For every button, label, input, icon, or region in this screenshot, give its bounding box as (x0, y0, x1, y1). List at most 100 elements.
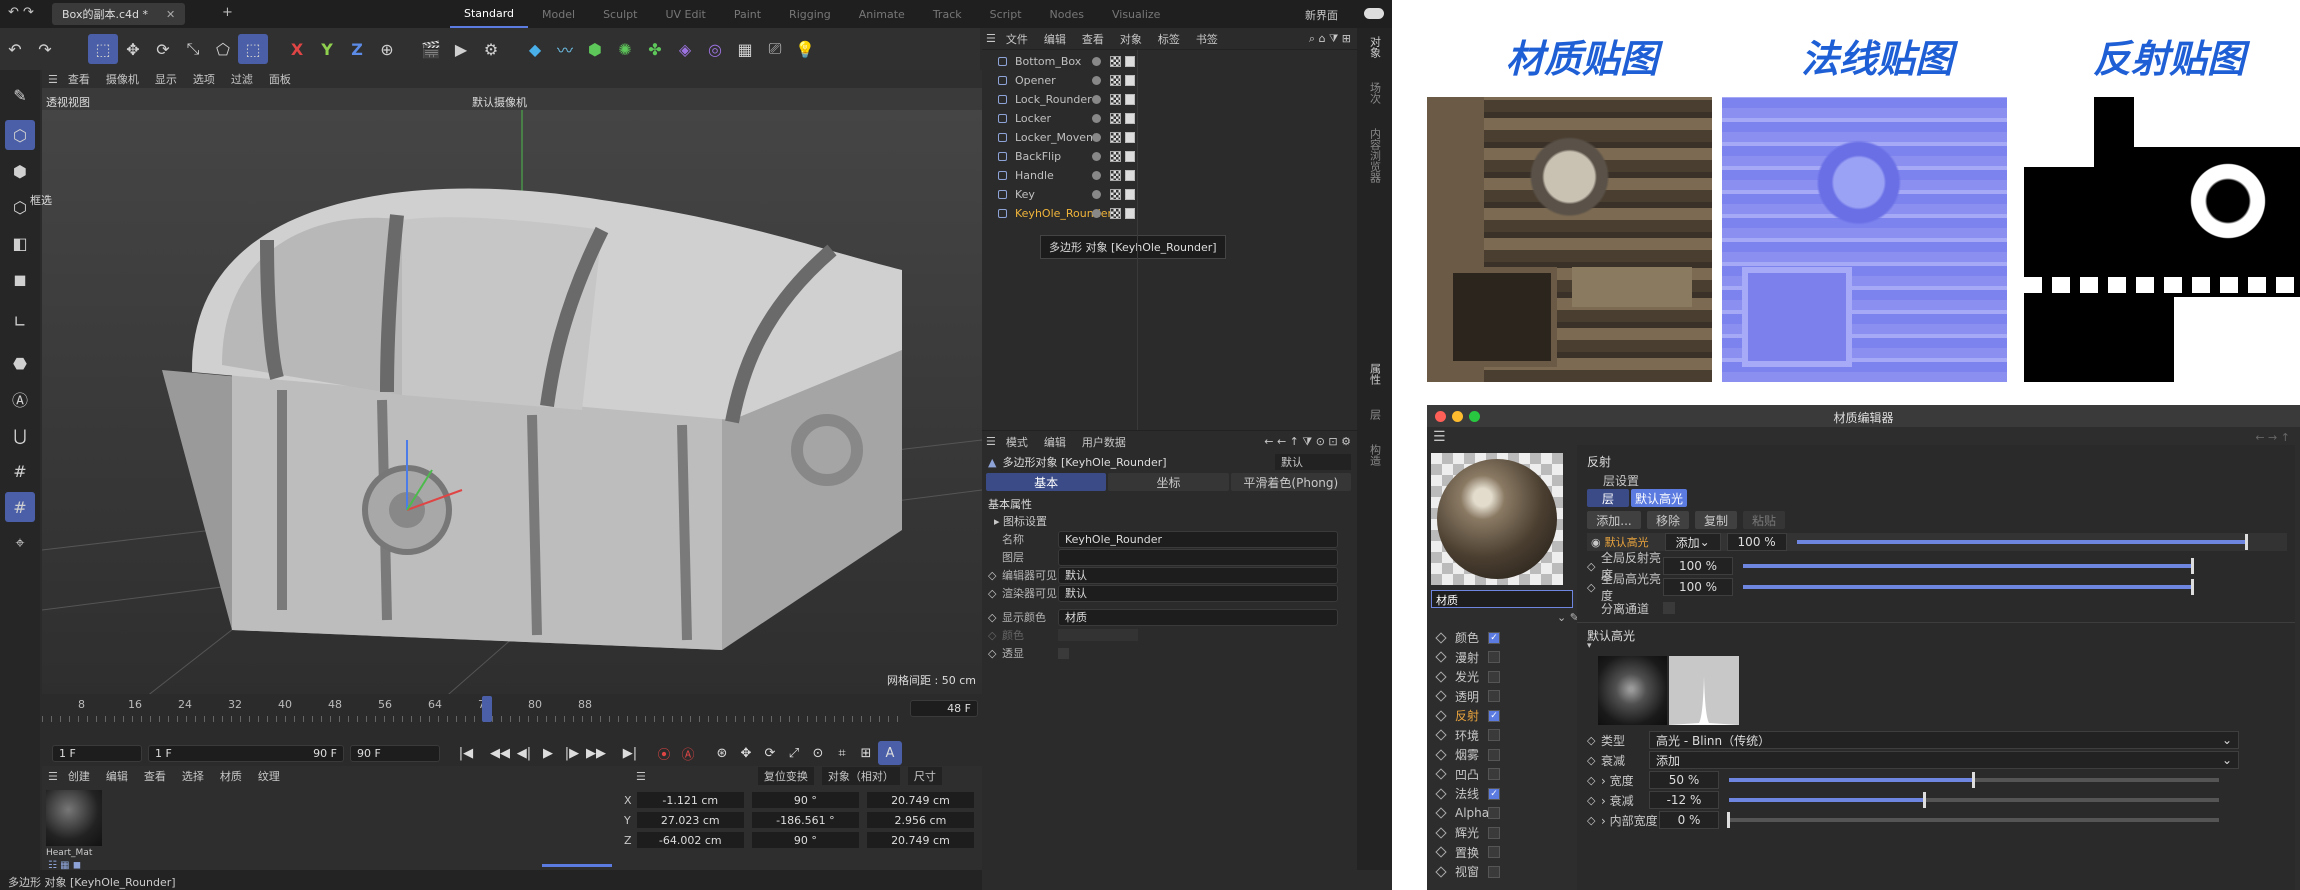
slider-handle[interactable] (1972, 772, 1975, 788)
render-settings-icon[interactable]: ⚙ (476, 34, 506, 64)
coord-size-field[interactable]: 20.749 cm (866, 832, 974, 848)
key-pla-icon[interactable]: ⌗ (830, 741, 854, 765)
channel-item[interactable]: 漫射 (1431, 648, 1531, 668)
edges-mode-icon[interactable]: ◧ (5, 228, 35, 258)
material-tag-icon[interactable] (1110, 151, 1121, 162)
model-mode-icon[interactable]: ⬡ (5, 120, 35, 150)
menu-item[interactable]: 创建 (68, 768, 90, 784)
camera-icon[interactable]: ⎚ (760, 34, 790, 64)
cube-icon[interactable]: ◆ (520, 34, 550, 64)
z-axis-icon[interactable]: Z (342, 34, 372, 64)
field-icon[interactable]: ◎ (700, 34, 730, 64)
timeline-settings-icon[interactable]: ⊞ (854, 741, 878, 765)
channel-checkbox[interactable] (1488, 748, 1500, 761)
attr-tab[interactable]: 平滑着色(Phong) (1230, 473, 1351, 491)
undo-icon[interactable]: ↶ (0, 34, 30, 64)
layout-tab[interactable]: Standard (450, 0, 529, 28)
channel-checkbox[interactable]: ✓ (1488, 709, 1500, 722)
layer-field[interactable] (1058, 548, 1338, 566)
undo-history-icon[interactable]: ↶ ↷ (8, 5, 34, 20)
layer-strength-field[interactable]: 100 % (1726, 533, 1787, 551)
visibility-dot-icon[interactable] (1092, 209, 1101, 218)
key-scale-icon[interactable]: ⤢ (782, 741, 806, 765)
falloff-slider[interactable] (1729, 792, 2219, 808)
slider-handle[interactable] (2191, 579, 2194, 595)
menu-item[interactable]: 文件 (1006, 31, 1028, 47)
add-tab-icon[interactable]: + (222, 5, 233, 20)
channel-item[interactable]: 烟雾 (1431, 745, 1531, 765)
channel-checkbox[interactable] (1488, 846, 1500, 859)
visibility-dot-icon[interactable] (1092, 171, 1101, 180)
deformer-icon[interactable]: ◈ (670, 34, 700, 64)
channel-checkbox[interactable]: ✓ (1488, 631, 1500, 644)
menu-icon[interactable]: ☰ (1433, 429, 1446, 445)
channel-item[interactable]: 视窗 (1431, 862, 1531, 882)
menu-item[interactable]: 模式 (1006, 434, 1028, 450)
viewport[interactable]: ☰ 查看 摄像机 显示 选项 过滤 面板 透视视图 默认摄像机 框选 网格间距 … (30, 70, 983, 701)
motion-icon[interactable]: A (878, 741, 902, 765)
inner-width-field[interactable]: 0 % (1659, 811, 1719, 829)
uv-tag-icon[interactable] (1125, 75, 1135, 86)
coord-pos-field[interactable]: -1.121 cm (636, 792, 744, 808)
layout-tab[interactable]: Track (919, 0, 976, 28)
keyframe-diamond-icon[interactable]: ◇ (988, 587, 1002, 600)
transparent-checkbox[interactable] (1058, 647, 1069, 659)
uv-tag-icon[interactable] (1125, 113, 1135, 124)
object-row[interactable]: Key (982, 185, 1357, 204)
channel-item[interactable]: 反射 ✓ (1431, 706, 1531, 726)
layout-tab[interactable]: Visualize (1098, 0, 1174, 28)
material-preview[interactable] (1431, 453, 1563, 585)
channel-checkbox[interactable]: ✓ (1488, 787, 1500, 800)
attr-tab[interactable]: 基本 (986, 473, 1107, 491)
generator-icon[interactable]: ✺ (610, 34, 640, 64)
keyframe-diamond-icon[interactable]: ◇ (1587, 814, 1601, 827)
menu-item[interactable]: 纹理 (258, 768, 280, 784)
side-tab-takes[interactable]: 场次 (1367, 82, 1383, 104)
menu-item[interactable]: 过滤 (231, 71, 253, 87)
go-start-icon[interactable]: |◀ (454, 741, 478, 765)
go-end-icon[interactable]: ▶| (618, 741, 642, 765)
layout-tab[interactable]: Paint (720, 0, 775, 28)
uv-tag-icon[interactable] (1125, 208, 1135, 219)
lasso-icon[interactable]: ⬠ (208, 34, 238, 64)
scale-tool-icon[interactable]: ⤡ (178, 34, 208, 64)
slider-handle[interactable] (1923, 792, 1926, 808)
channel-checkbox[interactable] (1488, 826, 1500, 839)
x-axis-icon[interactable]: X (282, 34, 312, 64)
global-refl-slider[interactable] (1743, 558, 2194, 574)
render-vis-select[interactable]: 默认 (1058, 584, 1338, 602)
uv-tag-icon[interactable] (1125, 94, 1135, 105)
layer-name[interactable]: 默认高光 (1605, 534, 1665, 550)
visibility-dot-icon[interactable] (1092, 95, 1101, 104)
keyframe-diamond-icon[interactable]: ◇ (988, 611, 1002, 624)
width-field[interactable]: 50 % (1649, 771, 1719, 789)
menu-item[interactable]: 编辑 (1044, 31, 1066, 47)
rotate-tool-icon[interactable]: ⟳ (148, 34, 178, 64)
menu-item[interactable]: 编辑 (106, 768, 128, 784)
channel-checkbox[interactable] (1488, 865, 1500, 878)
close-icon[interactable]: ✕ (166, 8, 175, 21)
material-tag-icon[interactable] (1110, 94, 1121, 105)
layout-tab[interactable]: Sculpt (589, 0, 651, 28)
sculpt-mode-icon[interactable]: ⬣ (5, 348, 35, 378)
menu-item[interactable]: 用户数据 (1082, 434, 1126, 450)
play-icon[interactable]: ▶ (536, 741, 560, 765)
object-row[interactable]: KeyhOle_Rounder (982, 204, 1357, 223)
render-icon[interactable]: ▶ (446, 34, 476, 64)
coord-rot-field[interactable]: 90 ° (751, 832, 859, 848)
menu-icon[interactable]: ☰ (986, 32, 996, 45)
uv-tag-icon[interactable] (1125, 56, 1135, 67)
channel-item[interactable]: 透明 (1431, 687, 1531, 707)
snap-icon[interactable]: # (5, 456, 35, 486)
material-tag-icon[interactable] (1110, 75, 1121, 86)
menu-item[interactable]: 查看 (1082, 31, 1104, 47)
object-row[interactable]: Opener (982, 71, 1357, 90)
coord-pos-field[interactable]: 27.023 cm (636, 812, 744, 828)
menu-item[interactable]: 查看 (144, 768, 166, 784)
coord-pos-field[interactable]: -64.002 cm (636, 832, 744, 848)
channel-item[interactable]: 辉光 (1431, 823, 1531, 843)
playhead[interactable] (482, 696, 492, 722)
nav-arrows-icon[interactable]: ← ← ↑ ⧩ ⊙ ⊡ ⚙ (1264, 435, 1351, 449)
material-name[interactable]: Heart_Mat (46, 848, 106, 858)
menu-item[interactable]: 摄像机 (106, 71, 139, 87)
